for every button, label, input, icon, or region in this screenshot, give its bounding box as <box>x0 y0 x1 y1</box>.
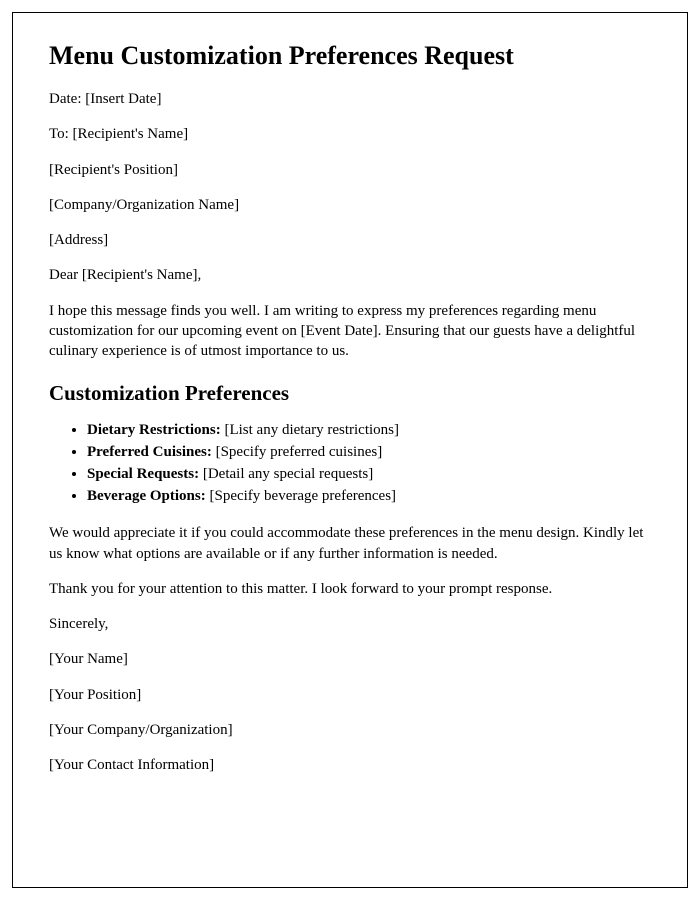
signature-contact: [Your Contact Information] <box>49 755 651 775</box>
body-paragraph-2: We would appreciate it if you could acco… <box>49 523 651 564</box>
signature-company: [Your Company/Organization] <box>49 720 651 740</box>
date-line: Date: [Insert Date] <box>49 89 651 109</box>
pref-value: [Detail any special requests] <box>199 466 373 482</box>
list-item: Dietary Restrictions: [List any dietary … <box>87 420 651 442</box>
intro-paragraph: I hope this message finds you well. I am… <box>49 301 651 362</box>
signature-name: [Your Name] <box>49 649 651 669</box>
recipient-position: [Recipient's Position] <box>49 160 651 180</box>
pref-value: [List any dietary restrictions] <box>221 422 399 438</box>
pref-label: Preferred Cuisines: <box>87 444 212 460</box>
pref-value: [Specify preferred cuisines] <box>212 444 382 460</box>
document-title: Menu Customization Preferences Request <box>49 41 651 71</box>
preferences-list: Dietary Restrictions: [List any dietary … <box>87 420 651 507</box>
recipient-company: [Company/Organization Name] <box>49 195 651 215</box>
pref-label: Beverage Options: <box>87 488 206 504</box>
salutation: Dear [Recipient's Name], <box>49 265 651 285</box>
list-item: Special Requests: [Detail any special re… <box>87 464 651 486</box>
document-container: Menu Customization Preferences Request D… <box>12 12 688 888</box>
section-heading: Customization Preferences <box>49 381 651 406</box>
pref-value: [Specify beverage preferences] <box>206 488 396 504</box>
to-line: To: [Recipient's Name] <box>49 124 651 144</box>
signature-position: [Your Position] <box>49 685 651 705</box>
list-item: Preferred Cuisines: [Specify preferred c… <box>87 442 651 464</box>
recipient-address: [Address] <box>49 230 651 250</box>
body-paragraph-3: Thank you for your attention to this mat… <box>49 579 651 599</box>
pref-label: Dietary Restrictions: <box>87 422 221 438</box>
pref-label: Special Requests: <box>87 466 199 482</box>
list-item: Beverage Options: [Specify beverage pref… <box>87 486 651 508</box>
closing: Sincerely, <box>49 614 651 634</box>
